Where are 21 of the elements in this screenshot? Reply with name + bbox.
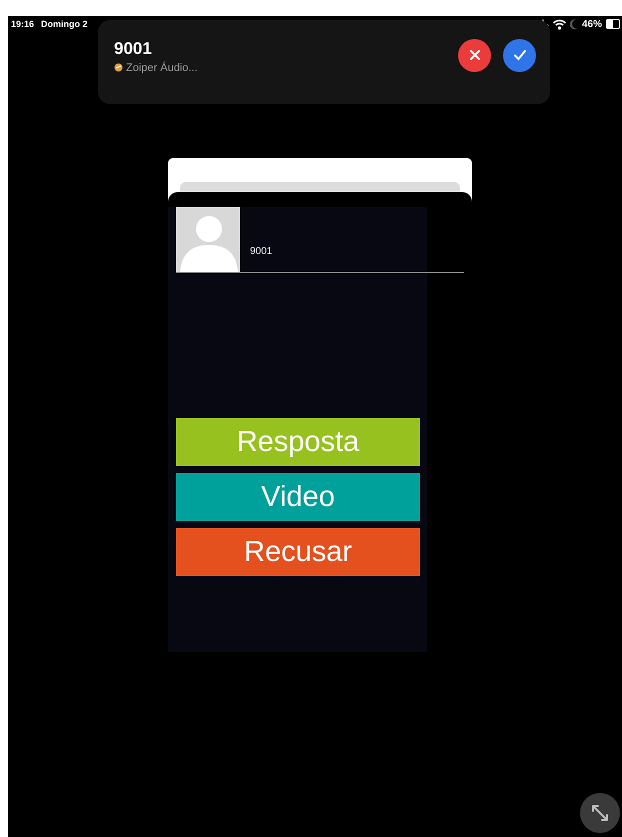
decline-button[interactable] bbox=[458, 38, 491, 72]
avatar-icon bbox=[176, 207, 240, 272]
battery-percent: 46% bbox=[582, 18, 602, 30]
answer-button[interactable]: Resposta bbox=[176, 418, 420, 466]
moon-icon bbox=[570, 18, 578, 30]
battery-icon bbox=[606, 19, 620, 29]
caller-number: 9001 bbox=[250, 246, 272, 257]
call-notification[interactable]: 9001 Zoiper Áudio... bbox=[98, 20, 550, 104]
status-time: 19:16 bbox=[11, 19, 34, 29]
checkmark-icon bbox=[512, 49, 526, 61]
status-date: Domingo 2 bbox=[41, 19, 88, 29]
expand-button[interactable] bbox=[580, 793, 620, 833]
notification-title: 9001 bbox=[114, 38, 153, 58]
decline-button[interactable]: Recusar bbox=[176, 528, 420, 576]
notification-subtitle: Zoiper Áudio... bbox=[126, 62, 198, 74]
app-icon bbox=[114, 63, 123, 72]
accept-button[interactable] bbox=[503, 38, 536, 72]
wifi-icon bbox=[552, 18, 566, 30]
video-button[interactable]: Video bbox=[176, 473, 420, 521]
close-icon bbox=[468, 49, 480, 61]
expand-icon bbox=[589, 802, 611, 824]
